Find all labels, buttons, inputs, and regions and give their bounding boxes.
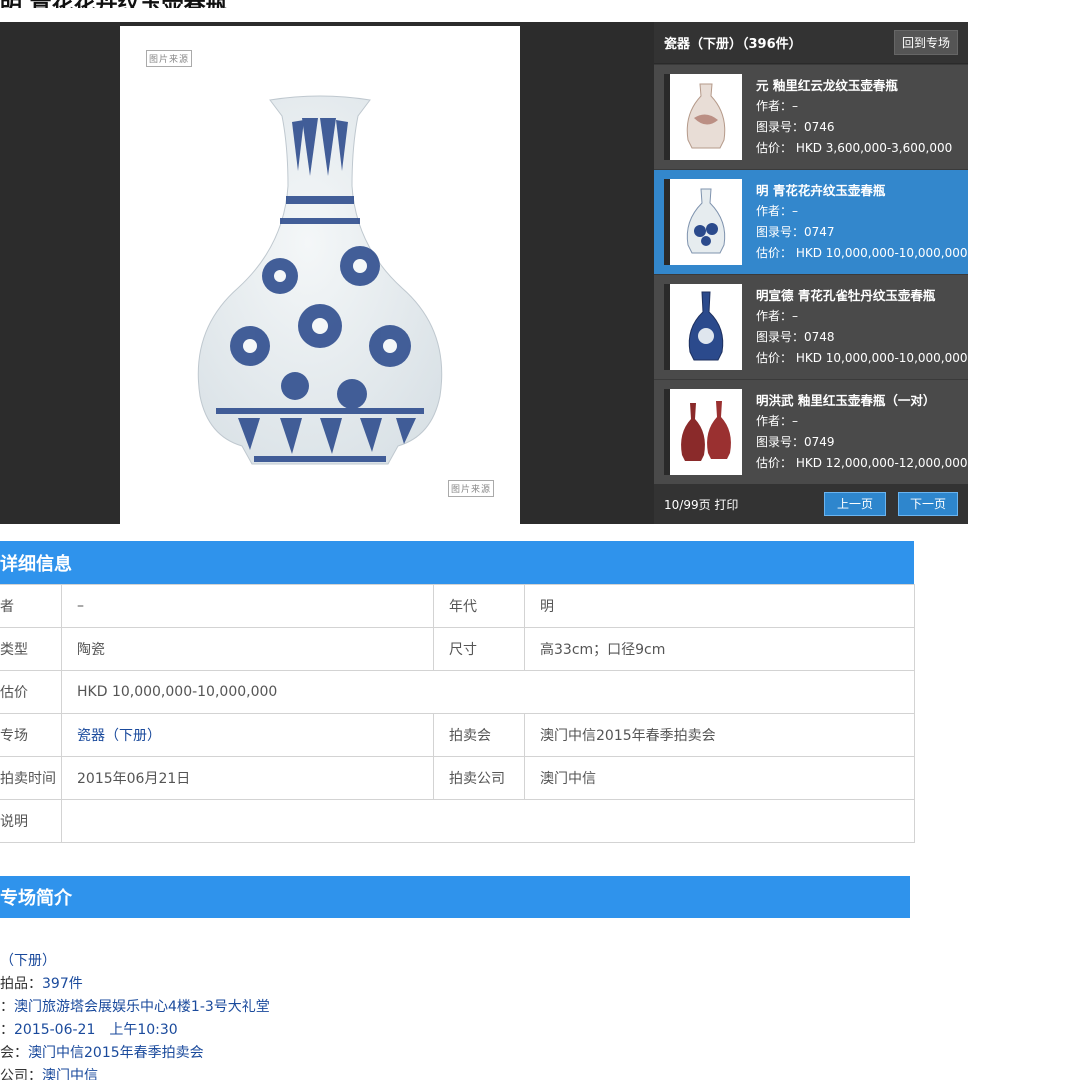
- lot-catalog-number: 图录号：0746: [756, 120, 835, 134]
- lot-author: 作者：–: [756, 99, 799, 113]
- detail-section-header: 详细信息: [0, 541, 914, 584]
- field-label: 拍卖公司: [433, 756, 525, 800]
- image-viewer: 图片来源 图片来源 瓷器（下册）（396件） 回到专场 元 釉里红云龙纹玉壶春瓶…: [0, 22, 968, 524]
- lot-catalog-number: 图录号：0749: [756, 435, 835, 449]
- field-label: 专场: [0, 713, 62, 757]
- lot-thumbnail: [664, 389, 742, 475]
- field-value: 澳门中信2015年春季拍卖会: [524, 713, 915, 757]
- field-label: 拍卖会: [433, 713, 525, 757]
- section-title: 瓷器（下册）（396件）: [664, 37, 802, 52]
- table-row: 拍卖时间 2015年06月21日 拍卖公司 澳门中信: [0, 756, 915, 800]
- main-lot-image[interactable]: 图片来源 图片来源: [120, 26, 520, 524]
- field-label: 说明: [0, 799, 62, 843]
- session-intro: （下册） 拍品：397件 ：澳门旅游塔会展娱乐中心4楼1-3号大礼堂 ：2015…: [0, 950, 270, 1080]
- intro-section-title: 专场简介: [0, 888, 72, 909]
- field-value: –: [61, 584, 434, 628]
- intro-line: ：澳门旅游塔会展娱乐中心4楼1-3号大礼堂: [0, 999, 270, 1015]
- watermark-stamp: 图片来源: [448, 480, 495, 497]
- field-label: 估价: [0, 670, 62, 714]
- lot-estimate: 估价： HKD 12,000,000-12,000,000: [756, 456, 968, 470]
- prev-page-button[interactable]: 上一页: [824, 492, 886, 516]
- lot-thumbnail: [664, 284, 742, 370]
- vase-illustration: [197, 95, 443, 465]
- field-value: HKD 10,000,000-10,000,000: [61, 670, 915, 714]
- lot-title: 明 青花花卉纹玉壶春瓶: [756, 183, 886, 198]
- lot-title: 明宣德 青花孔雀牡丹纹玉壶春瓶: [756, 288, 936, 303]
- intro-line: （下册）: [0, 950, 270, 973]
- table-row: 说明: [0, 799, 915, 843]
- field-label: 年代: [433, 584, 525, 628]
- intro-line: 公司：澳门中信: [0, 1065, 270, 1080]
- lot-item[interactable]: 元 釉里红云龙纹玉壶春瓶 作者：– 图录号：0746 估价： HKD 3,600…: [654, 65, 968, 169]
- auction-link[interactable]: 澳门中信2015年春季拍卖会: [28, 1045, 204, 1061]
- field-value: 澳门中信: [524, 756, 915, 800]
- lot-title: 明洪武 釉里红玉壶春瓶（一对）: [756, 393, 936, 408]
- lot-author: 作者：–: [756, 309, 799, 323]
- field-label: 尺寸: [433, 627, 525, 671]
- field-label: 者: [0, 584, 62, 628]
- lot-author: 作者：–: [756, 204, 799, 218]
- intro-line: 会：澳门中信2015年春季拍卖会: [0, 1045, 204, 1061]
- next-page-button[interactable]: 下一页: [898, 492, 958, 516]
- table-row: 者 – 年代 明: [0, 584, 915, 628]
- session-name-link[interactable]: （下册）: [0, 953, 56, 969]
- detail-table: 者 – 年代 明 类型 陶瓷 尺寸 高33cm；口径9cm 估价 HKD 10,…: [0, 584, 915, 843]
- lot-estimate: 估价： HKD 10,000,000-10,000,000: [756, 351, 968, 365]
- lot-estimate: 估价： HKD 3,600,000-3,600,000: [756, 141, 953, 155]
- field-value: 高33cm；口径9cm: [524, 627, 915, 671]
- detail-section-title: 详细信息: [0, 553, 72, 575]
- table-row: 专场 瓷器（下册） 拍卖会 澳门中信2015年春季拍卖会: [0, 713, 915, 757]
- intro-line: 拍品：397件: [0, 976, 83, 992]
- lot-author: 作者：–: [756, 414, 799, 428]
- intro-section-header: 专场简介: [0, 876, 910, 918]
- lot-thumbnail: [664, 74, 742, 160]
- lot-estimate: 估价： HKD 10,000,000-10,000,000: [756, 246, 968, 260]
- company-link[interactable]: 澳门中信: [42, 1068, 98, 1080]
- intro-line: ：2015-06-21 上午10:30: [0, 1022, 178, 1038]
- lot-title: 元 釉里红云龙纹玉壶春瓶: [756, 78, 898, 93]
- field-value: 明: [524, 584, 915, 628]
- lot-item[interactable]: 明宣德 青花孔雀牡丹纹玉壶春瓶 作者：– 图录号：0748 估价： HKD 10…: [654, 275, 968, 379]
- table-row: 估价 HKD 10,000,000-10,000,000: [0, 670, 915, 714]
- lot-item[interactable]: 明洪武 釉里红玉壶春瓶（一对） 作者：– 图录号：0749 估价： HKD 12…: [654, 380, 968, 484]
- lot-list-panel: 瓷器（下册）（396件） 回到专场 元 釉里红云龙纹玉壶春瓶 作者：– 图录号：…: [654, 22, 968, 524]
- lot-item-active[interactable]: 明 青花花卉纹玉壶春瓶 作者：– 图录号：0747 估价： HKD 10,000…: [654, 170, 968, 274]
- back-to-session-button[interactable]: 回到专场: [893, 30, 958, 55]
- field-label: 拍卖时间: [0, 756, 62, 800]
- session-link[interactable]: 瓷器（下册）: [61, 713, 434, 757]
- pager-bar: 10/99页 打印 上一页 下一页: [654, 484, 968, 524]
- lot-catalog-number: 图录号：0748: [756, 330, 835, 344]
- field-value: 2015年06月21日: [61, 756, 434, 800]
- field-value: 陶瓷: [61, 627, 434, 671]
- lot-list-header: 瓷器（下册）（396件） 回到专场: [654, 22, 968, 64]
- lot-thumbnail: [664, 179, 742, 265]
- page-indicator[interactable]: 10/99页 打印: [664, 496, 738, 513]
- page-title: 明 青花花卉纹玉壶春瓶: [0, 0, 1080, 8]
- table-row: 类型 陶瓷 尺寸 高33cm；口径9cm: [0, 627, 915, 671]
- watermark-stamp: 图片来源: [146, 50, 193, 67]
- lot-catalog-number: 图录号：0747: [756, 225, 835, 239]
- field-value: [61, 799, 915, 843]
- field-label: 类型: [0, 627, 62, 671]
